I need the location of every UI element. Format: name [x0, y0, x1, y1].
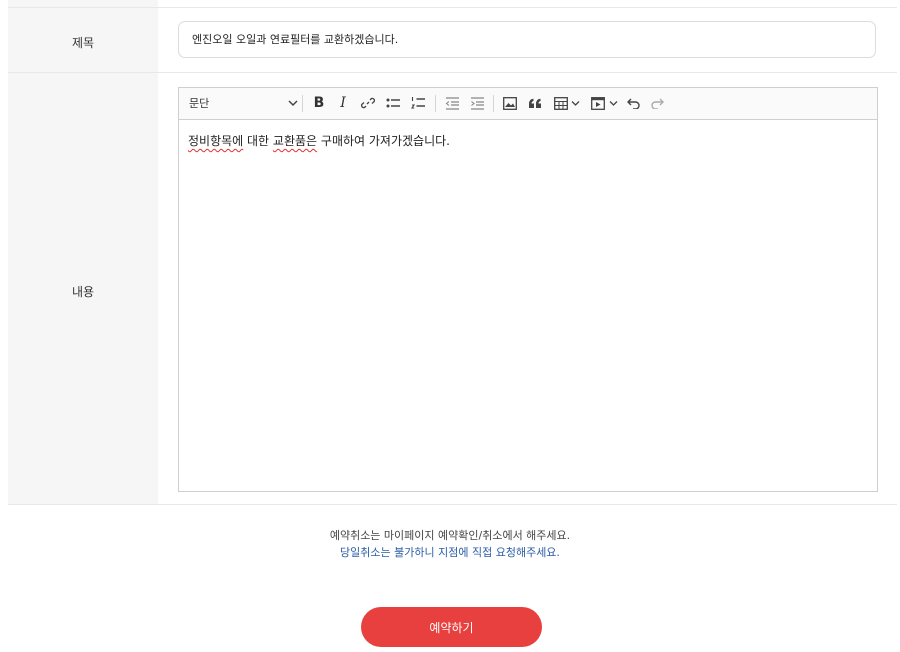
bold-button[interactable]: B — [310, 88, 328, 119]
redo-icon — [650, 98, 664, 109]
link-icon — [361, 96, 375, 110]
misspelled-word: 교환품은 — [272, 134, 318, 148]
bulleted-list-button[interactable] — [383, 88, 403, 119]
indent-icon — [470, 97, 485, 110]
content-label: 내용 — [71, 285, 95, 299]
same-day-notice: 당일취소는 불가하니 지점에 직접 요청해주세요. — [340, 546, 560, 559]
title-label: 제목 — [71, 36, 95, 50]
chevron-down-icon — [571, 100, 580, 107]
divider — [8, 72, 897, 73]
numbered-list-icon — [411, 96, 426, 110]
toolbar-separator — [493, 95, 494, 112]
image-icon — [503, 97, 517, 110]
cancel-notice: 예약취소는 마이페이지 예약확인/취소에서 해주세요. — [329, 529, 571, 542]
chevron-down-icon — [288, 99, 298, 107]
rich-text-editor[interactable]: 문단 B I 정비항목에 대한 교환품은 구매하여 가져가겠습니다. — [178, 87, 878, 492]
content-text: 대한 — [243, 134, 273, 148]
indent-button[interactable] — [467, 88, 487, 119]
chevron-down-icon — [609, 100, 618, 107]
undo-icon — [627, 98, 641, 109]
title-input[interactable]: 엔진오일 오일과 연료필터를 교환하겠습니다. — [178, 21, 876, 58]
italic-button[interactable]: I — [334, 88, 352, 119]
outdent-button[interactable] — [442, 88, 462, 119]
misspelled-word: 정비항목에 — [188, 134, 244, 148]
editor-content[interactable]: 정비항목에 대한 교환품은 구매하여 가져가겠습니다. — [188, 132, 450, 149]
undo-button[interactable] — [624, 88, 644, 119]
paragraph-select[interactable]: 문단 — [189, 88, 301, 119]
editor-toolbar: 문단 B I — [179, 88, 877, 120]
redo-button[interactable] — [647, 88, 667, 119]
insert-table-button[interactable] — [551, 88, 583, 119]
content-text: 구매하여 가져가겠습니다. — [317, 134, 450, 148]
quote-icon — [528, 98, 542, 109]
toolbar-separator — [435, 95, 436, 112]
divider — [8, 7, 897, 8]
numbered-list-button[interactable] — [408, 88, 428, 119]
bulleted-list-icon — [386, 97, 401, 110]
label-column — [8, 0, 158, 505]
insert-media-button[interactable] — [588, 88, 622, 119]
media-icon — [591, 97, 605, 110]
table-icon — [554, 97, 568, 110]
insert-image-button[interactable] — [500, 88, 520, 119]
outdent-icon — [445, 97, 460, 110]
paragraph-select-label: 문단 — [189, 97, 210, 110]
divider — [8, 504, 897, 505]
link-button[interactable] — [358, 88, 378, 119]
reserve-button[interactable]: 예약하기 — [361, 607, 542, 647]
blockquote-button[interactable] — [525, 88, 545, 119]
reservation-form: 제목 엔진오일 오일과 연료필터를 교환하겠습니다. 내용 문단 B I 정비항… — [8, 0, 897, 505]
toolbar-separator — [302, 95, 303, 112]
